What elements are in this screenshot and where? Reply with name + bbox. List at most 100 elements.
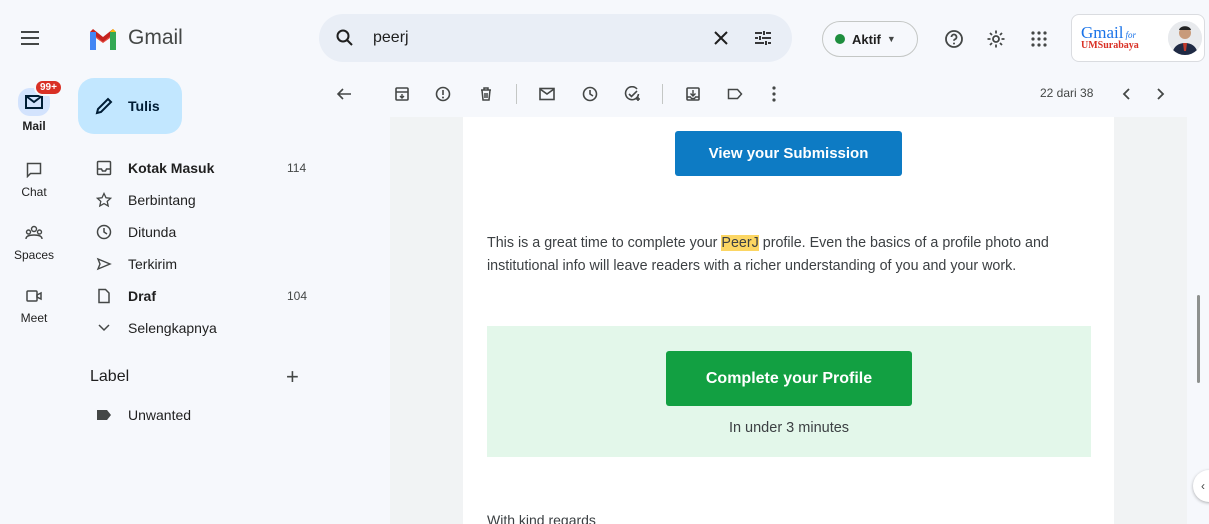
report-spam-button[interactable]	[431, 82, 455, 106]
email-body-paragraph: This is a great time to complete your Pe…	[487, 232, 1087, 277]
star-icon	[94, 190, 114, 210]
rail-meet[interactable]: Meet	[0, 284, 68, 325]
nav-item-snoozed[interactable]: Ditunda	[78, 216, 318, 248]
rail-mail[interactable]: 99+ Mail	[0, 79, 68, 133]
nav-item-starred[interactable]: Berbintang	[78, 184, 318, 216]
nav-item-more[interactable]: Selengkapnya	[78, 312, 318, 344]
label-name: Unwanted	[128, 407, 192, 423]
toolbar-divider	[662, 84, 663, 104]
close-icon	[714, 31, 728, 45]
move-to-button[interactable]	[681, 82, 705, 106]
apps-grid-icon	[1031, 31, 1047, 47]
org-logo-sub: UMSurabaya	[1081, 40, 1139, 51]
trash-icon	[481, 87, 491, 101]
add-label-button[interactable]: +	[286, 364, 299, 390]
nav-label: Ditunda	[128, 224, 177, 240]
chat-icon	[18, 158, 50, 182]
help-button[interactable]	[942, 27, 966, 51]
chevron-left-icon	[1122, 88, 1130, 100]
clock-icon	[582, 86, 598, 102]
chevron-right-icon	[1157, 88, 1165, 100]
body-text-start: This is a great time to complete your	[487, 235, 722, 251]
rail-meet-label: Meet	[20, 311, 48, 325]
rail-chat-label: Chat	[21, 185, 47, 199]
search-input[interactable]	[373, 26, 703, 50]
nav-label: Selengkapnya	[128, 320, 217, 336]
email-content	[463, 117, 1114, 524]
mail-icon: 99+	[18, 79, 63, 116]
caret-down-icon: ▼	[886, 34, 896, 44]
add-task-button[interactable]	[621, 82, 645, 106]
compose-button[interactable]: Tulis	[78, 78, 182, 134]
status-dropdown[interactable]: Aktif ▼	[822, 21, 918, 57]
account-button[interactable]: Gmail for UMSurabaya	[1071, 14, 1205, 62]
newer-button[interactable]	[1114, 82, 1138, 106]
clock-icon	[94, 222, 114, 242]
spaces-icon	[18, 221, 50, 245]
unread-badge: 99+	[34, 79, 63, 96]
left-rail: 99+ Mail Chat Spaces Meet	[0, 0, 68, 524]
closing-text: With kind regards	[487, 512, 596, 524]
rail-chat[interactable]: Chat	[0, 158, 68, 199]
view-submission-button[interactable]: View your Submission	[675, 131, 902, 176]
tune-icon	[755, 31, 771, 45]
archive-button[interactable]	[390, 82, 414, 106]
label-item-unwanted[interactable]: Unwanted	[78, 399, 191, 431]
rail-spaces-label: Spaces	[13, 248, 55, 262]
rail-spaces[interactable]: Spaces	[0, 221, 68, 262]
mark-unread-button[interactable]	[535, 82, 559, 106]
envelope-icon	[539, 87, 555, 101]
pagination-text: 22 dari 38	[1040, 86, 1094, 100]
apps-button[interactable]	[1027, 27, 1051, 51]
arrow-left-icon	[336, 88, 351, 100]
chevron-down-icon	[94, 318, 114, 338]
complete-profile-button[interactable]: Complete your Profile	[666, 351, 912, 406]
gmail-m-icon	[90, 28, 116, 50]
more-vert-icon	[772, 86, 776, 102]
snooze-button[interactable]	[578, 82, 602, 106]
older-button[interactable]	[1149, 82, 1173, 106]
inbox-icon	[94, 158, 114, 178]
delete-button[interactable]	[474, 82, 498, 106]
folder-nav: Kotak Masuk 114 Berbintang Ditunda Terki…	[78, 152, 318, 344]
nav-count: 104	[287, 289, 308, 303]
label-tag-icon	[94, 405, 114, 425]
status-label: Aktif	[852, 31, 881, 47]
main-menu-button[interactable]	[18, 26, 42, 50]
report-icon	[435, 86, 451, 102]
nav-item-drafts[interactable]: Draf 104	[78, 280, 318, 312]
nav-item-inbox[interactable]: Kotak Masuk 114	[78, 152, 318, 184]
search-options-button[interactable]	[751, 26, 775, 50]
nav-item-sent[interactable]: Terkirim	[78, 248, 318, 280]
toolbar-divider	[516, 84, 517, 104]
hamburger-icon	[21, 31, 39, 45]
more-options-button[interactable]	[762, 82, 786, 106]
archive-icon	[395, 87, 409, 101]
chevron-left-icon: ‹	[1201, 479, 1205, 493]
draft-icon	[94, 286, 114, 306]
gmail-logo[interactable]: Gmail	[88, 26, 183, 50]
label-icon	[727, 88, 743, 100]
search-icon[interactable]	[335, 28, 355, 53]
organization-logo: Gmail for UMSurabaya	[1081, 24, 1139, 51]
scrollbar-thumb[interactable]	[1197, 295, 1200, 383]
nav-label: Berbintang	[128, 192, 196, 208]
plus-icon: +	[286, 364, 299, 389]
move-to-inbox-icon	[686, 87, 700, 101]
search-bar	[319, 14, 792, 62]
avatar	[1168, 21, 1202, 55]
clear-search-button[interactable]	[709, 26, 733, 50]
compose-label: Tulis	[128, 98, 160, 114]
back-button[interactable]	[332, 82, 356, 106]
gear-icon	[987, 30, 1005, 48]
labels-button[interactable]	[723, 82, 747, 106]
rail-mail-label: Mail	[22, 119, 46, 133]
nav-label: Draf	[128, 288, 157, 304]
side-panel-toggle[interactable]: ‹	[1193, 470, 1209, 502]
task-add-icon	[624, 86, 640, 101]
nav-label: Kotak Masuk	[128, 160, 215, 176]
status-dot	[835, 34, 845, 44]
settings-button[interactable]	[984, 27, 1008, 51]
org-logo-for: for	[1125, 30, 1137, 40]
app-name: Gmail	[128, 26, 183, 49]
